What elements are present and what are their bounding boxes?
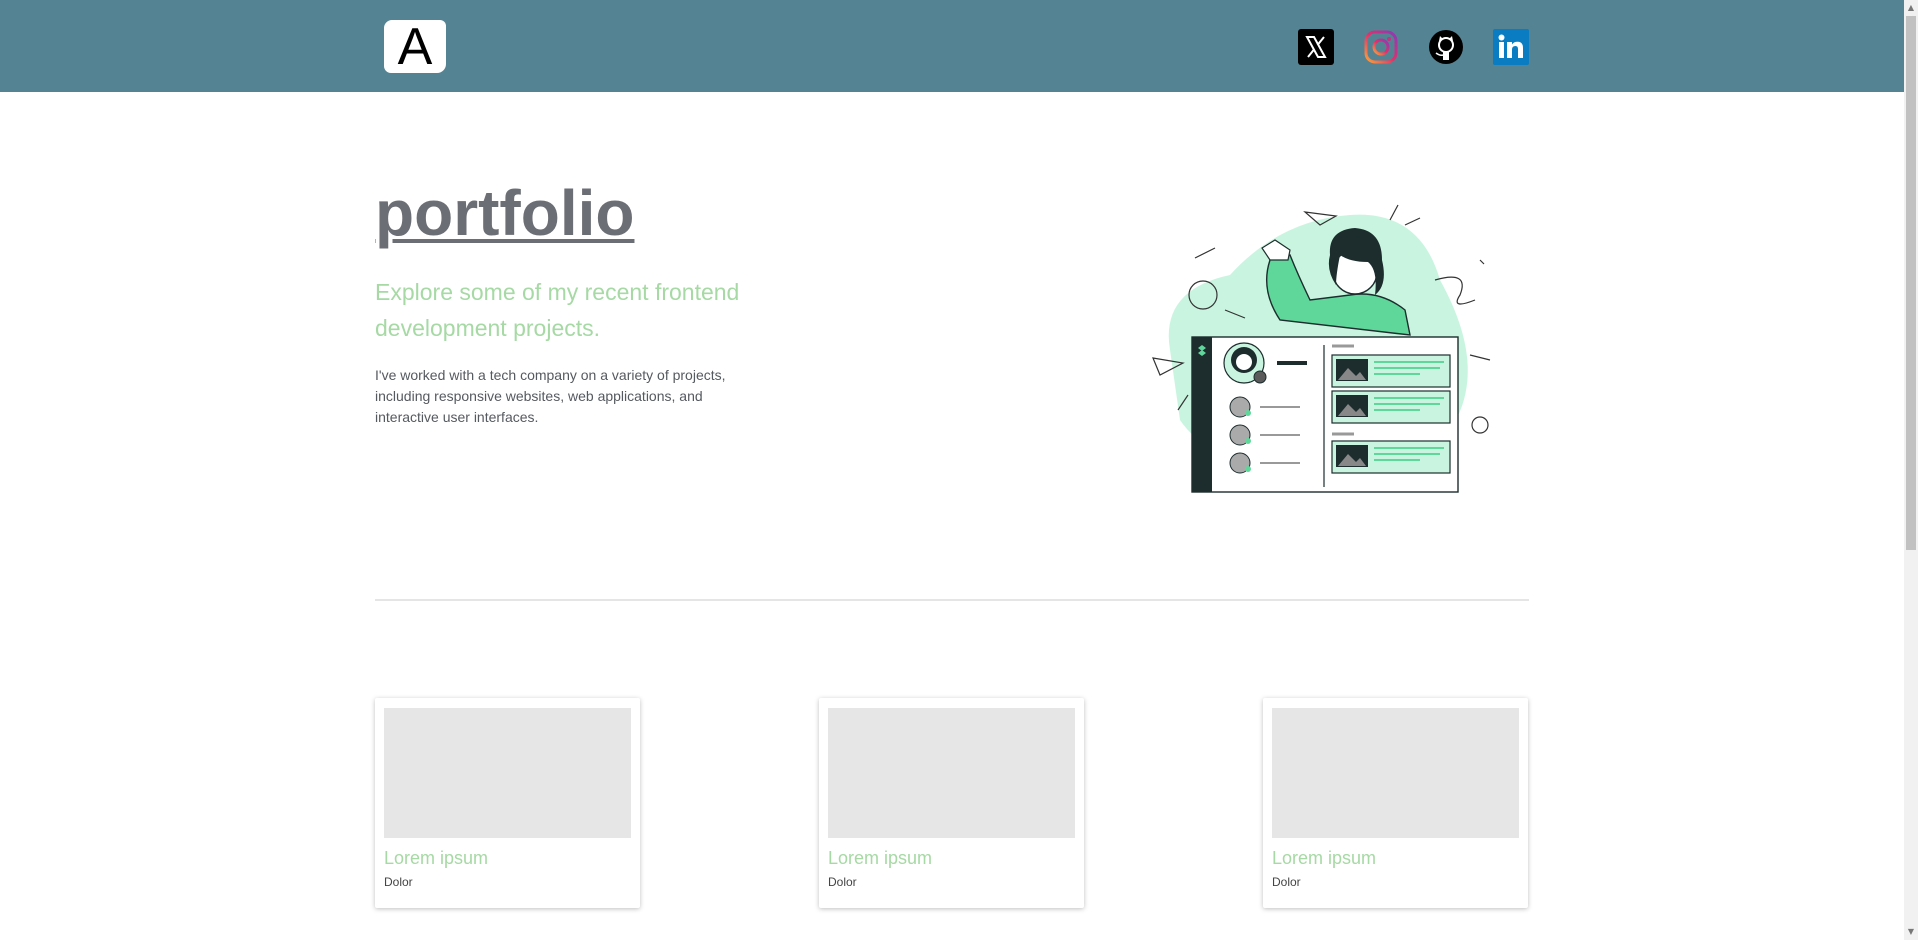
project-thumbnail bbox=[1272, 708, 1519, 838]
project-title: Lorem ipsum bbox=[828, 848, 933, 868]
scroll-down-icon[interactable]: ▼ bbox=[1906, 926, 1916, 938]
linkedin-icon[interactable] bbox=[1493, 29, 1529, 65]
project-card[interactable]: Lorem ipsum Dolor bbox=[819, 698, 1084, 908]
scroll-up-icon[interactable]: ▲ bbox=[1906, 2, 1916, 14]
top-navbar: A bbox=[0, 0, 1904, 92]
page-scrollbar[interactable]: ▲ ▼ bbox=[1904, 0, 1918, 940]
developer-illustration bbox=[1152, 204, 1491, 493]
project-title: Lorem ipsum bbox=[1272, 848, 1377, 868]
hero-subtitle: Explore some of my recent frontend devel… bbox=[375, 279, 740, 341]
project-subtitle: Dolor bbox=[1272, 875, 1301, 889]
project-thumbnail bbox=[828, 708, 1075, 838]
project-card[interactable]: Lorem ipsum Dolor bbox=[1263, 698, 1528, 908]
github-icon[interactable] bbox=[1428, 29, 1464, 65]
hero-description: I've worked with a tech company on a var… bbox=[375, 367, 726, 425]
project-thumbnail bbox=[384, 708, 631, 838]
project-card[interactable]: Lorem ipsum Dolor bbox=[375, 698, 640, 908]
section-divider bbox=[375, 599, 1529, 601]
instagram-icon[interactable] bbox=[1363, 29, 1399, 65]
scrollbar-thumb[interactable] bbox=[1906, 16, 1916, 550]
project-title: Lorem ipsum bbox=[384, 848, 489, 868]
project-subtitle: Dolor bbox=[828, 875, 857, 889]
x-icon[interactable] bbox=[1298, 29, 1334, 65]
logo[interactable]: A bbox=[384, 20, 446, 73]
page-title: portfolio bbox=[375, 177, 635, 249]
project-subtitle: Dolor bbox=[384, 875, 413, 889]
